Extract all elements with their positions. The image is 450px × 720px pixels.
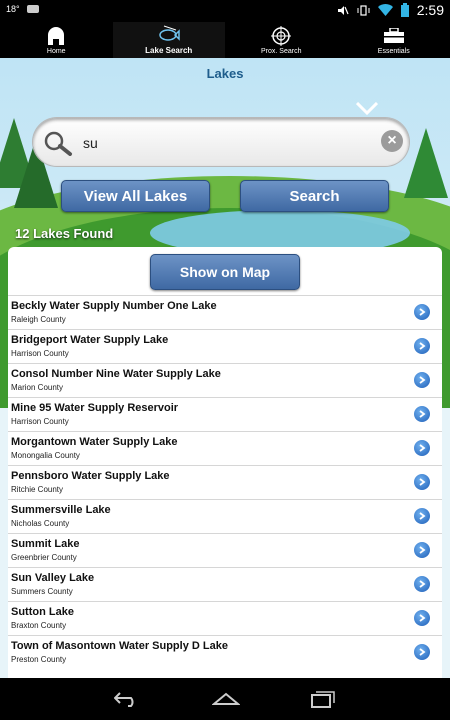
lake-county: Marion County	[11, 383, 64, 392]
wifi-icon	[377, 3, 393, 16]
lake-name: Town of Masontown Water Supply D Lake	[11, 640, 228, 652]
lake-county: Raleigh County	[11, 315, 66, 324]
tab-essentials[interactable]: Essentials	[338, 22, 450, 58]
lake-county: Nicholas County	[11, 519, 70, 528]
lake-list-item[interactable]: Bridgeport Water Supply Lake Harrison Cou…	[8, 329, 442, 363]
search-input[interactable]	[81, 130, 375, 156]
tab-lake-search[interactable]: Lake Search	[112, 22, 225, 58]
chevron-right-icon[interactable]	[414, 508, 430, 524]
lake-county: Braxton County	[11, 621, 67, 630]
tab-prox-search[interactable]: Prox. Search	[225, 22, 338, 58]
chevron-right-icon[interactable]	[414, 542, 430, 558]
lake-list-item[interactable]: Pennsboro Water Supply Lake Ritchie Count…	[8, 465, 442, 499]
nav-bar	[0, 678, 450, 720]
lake-search-screen: Lakes × View All Lakes Search 12 Lakes F…	[0, 58, 450, 678]
page-title: Lakes	[206, 66, 244, 81]
status-bar: 18° 2:59	[0, 0, 450, 22]
back-icon[interactable]	[114, 691, 142, 707]
lake-list-item[interactable]: Sutton Lake Braxton County	[8, 601, 442, 635]
chevron-right-icon[interactable]	[414, 610, 430, 626]
lake-county: Greenbrier County	[11, 553, 77, 562]
tab-label: Prox. Search	[261, 48, 302, 55]
lake-county: Monongalia County	[11, 451, 80, 460]
lake-name: Summersville Lake	[11, 504, 111, 516]
lake-name: Sun Valley Lake	[11, 572, 95, 584]
chevron-right-icon[interactable]	[414, 474, 430, 490]
show-on-map-button[interactable]: Show on Map	[150, 254, 300, 290]
tab-label: Essentials	[377, 48, 410, 55]
lake-county: Harrison County	[11, 349, 69, 358]
tab-home[interactable]: Home	[0, 22, 113, 58]
lake-list-item[interactable]: Summersville Lake Nicholas County	[8, 499, 442, 533]
vibrate-icon	[357, 4, 370, 16]
search-box: ×	[33, 118, 409, 166]
clock-text: 2:59	[416, 2, 444, 18]
lake-list-item[interactable]: Morgantown Water Supply Lake Monongalia C…	[8, 431, 442, 465]
chevron-right-icon[interactable]	[414, 372, 430, 388]
chevron-right-icon[interactable]	[414, 338, 430, 354]
search-icon	[43, 130, 73, 161]
tab-label: Lake Search	[145, 46, 193, 55]
battery-icon	[400, 3, 409, 17]
home-icon	[45, 26, 67, 46]
crosshair-icon	[270, 26, 292, 46]
search-button[interactable]: Search	[240, 180, 389, 212]
lake-name: Summit Lake	[11, 538, 80, 550]
chevron-right-icon[interactable]	[414, 576, 430, 592]
result-count: 12 Lakes Found	[15, 226, 114, 241]
status-right: 2:59	[336, 2, 444, 18]
lake-county: Harrison County	[11, 417, 69, 426]
notification-icon	[26, 5, 39, 13]
lake-name: Morgantown Water Supply Lake	[11, 436, 178, 448]
lake-name: Consol Number Nine Water Supply Lake	[11, 368, 221, 380]
chevron-right-icon[interactable]	[414, 440, 430, 456]
temperature-text: 18°	[6, 4, 20, 14]
toolbox-icon	[383, 26, 405, 46]
lake-list-item[interactable]: Town of Masontown Water Supply D Lake Pre…	[8, 635, 442, 669]
lake-county: Summers County	[11, 587, 73, 596]
recent-apps-icon[interactable]	[310, 690, 336, 708]
lake-county: Ritchie County	[11, 485, 64, 494]
lake-list-item[interactable]: Consol Number Nine Water Supply Lake Mari…	[8, 363, 442, 397]
lake-list-item[interactable]: Beckly Water Supply Number One Lake Ralei…	[8, 295, 442, 329]
bird-icon	[356, 102, 378, 116]
lake-name: Pennsboro Water Supply Lake	[11, 470, 170, 482]
mute-icon	[337, 5, 349, 15]
chevron-right-icon[interactable]	[414, 406, 430, 422]
results-panel: Show on Map Beckly Water Supply Number O…	[8, 247, 442, 678]
lake-name: Beckly Water Supply Number One Lake	[11, 300, 217, 312]
lake-name: Mine 95 Water Supply Reservoir	[11, 402, 179, 414]
lake-list: Beckly Water Supply Number One Lake Ralei…	[8, 295, 442, 669]
status-left: 18°	[6, 4, 40, 14]
chevron-right-icon[interactable]	[414, 644, 430, 660]
fish-icon	[158, 24, 180, 44]
lake-list-item[interactable]: Summit Lake Greenbrier County	[8, 533, 442, 567]
lake-name: Sutton Lake	[11, 606, 74, 618]
chevron-right-icon[interactable]	[414, 304, 430, 320]
view-all-lakes-button[interactable]: View All Lakes	[61, 180, 210, 212]
lake-list-item[interactable]: Sun Valley Lake Summers County	[8, 567, 442, 601]
tab-label: Home	[46, 48, 66, 55]
clear-search-icon[interactable]: ×	[381, 130, 403, 152]
lake-name: Bridgeport Water Supply Lake	[11, 334, 169, 346]
background-tree	[404, 128, 448, 198]
tab-bar: Home Lake Search Prox. Search Essentials	[0, 22, 450, 58]
lake-list-item[interactable]: Mine 95 Water Supply Reservoir Harrison C…	[8, 397, 442, 431]
home-nav-icon[interactable]	[212, 692, 240, 706]
lake-county: Preston County	[11, 655, 67, 664]
